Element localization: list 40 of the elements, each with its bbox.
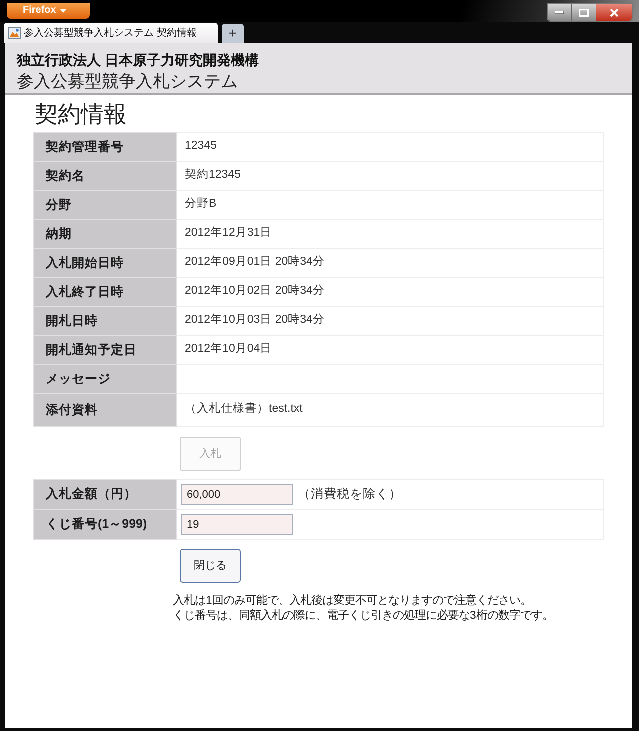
field-label: 開札日時: [34, 306, 176, 336]
field-value: 分野B: [176, 190, 604, 220]
system-name: 参入公募型競争入札システム: [17, 71, 239, 93]
note-text: 入札は1回のみ可能で、入札後は変更不可となりますので注意ください。: [173, 594, 532, 609]
field-label: 契約管理番号: [34, 132, 176, 162]
input-field[interactable]: 60,000: [181, 484, 293, 505]
field-label: 入札金額（円）: [34, 480, 176, 510]
field-label: 入札開始日時: [34, 248, 176, 278]
field-value: 2012年09月01日 20時34分: [176, 248, 604, 278]
field-label: 納期: [34, 220, 176, 248]
field-value: 2012年10月02日 20時34分: [176, 278, 604, 306]
field-label: 分野: [34, 190, 176, 220]
field-label: くじ番号(1～999): [34, 510, 176, 540]
field-value: 契約12345: [176, 162, 604, 190]
browser-tab[interactable]: 参入公募型競争入札システム 契約情報: [4, 23, 218, 43]
organization-name: 独立行政法人 日本原子力研究開発機構: [17, 51, 260, 69]
field-label: 入札終了日時: [34, 278, 176, 306]
close-icon: [610, 8, 618, 16]
field-value: 2012年10月03日 20時34分: [176, 306, 604, 336]
maximize-button[interactable]: [572, 4, 596, 21]
minimize-icon: [555, 11, 564, 14]
hint-text: （消費税を除く）: [298, 486, 402, 500]
close-page-button[interactable]: 閉じる: [180, 549, 241, 583]
field-value: （入札仕様書）test.txt: [176, 394, 604, 426]
caret-icon: [60, 9, 68, 13]
note-text: くじ番号は、同額入札の際に、電子くじ引きの処理に必要な3桁の数字です。: [173, 609, 554, 624]
page-title: 契約情報: [35, 100, 128, 128]
minimize-button[interactable]: [548, 4, 572, 21]
close-button[interactable]: [596, 4, 632, 21]
new-tab-button[interactable]: +: [222, 24, 244, 43]
field-value: 2012年12月31日: [176, 220, 604, 248]
field-label: 添付資料: [34, 394, 176, 426]
field-label: 契約名: [34, 162, 176, 190]
field-label: メッセージ: [34, 364, 176, 394]
field-value: 2012年10月04日: [176, 336, 604, 364]
field-label: 開札通知予定日: [34, 336, 176, 364]
maximize-icon: [579, 8, 589, 16]
field-value: 12345: [176, 132, 604, 162]
page-icon: [8, 27, 21, 39]
input-field[interactable]: 19: [181, 514, 293, 535]
